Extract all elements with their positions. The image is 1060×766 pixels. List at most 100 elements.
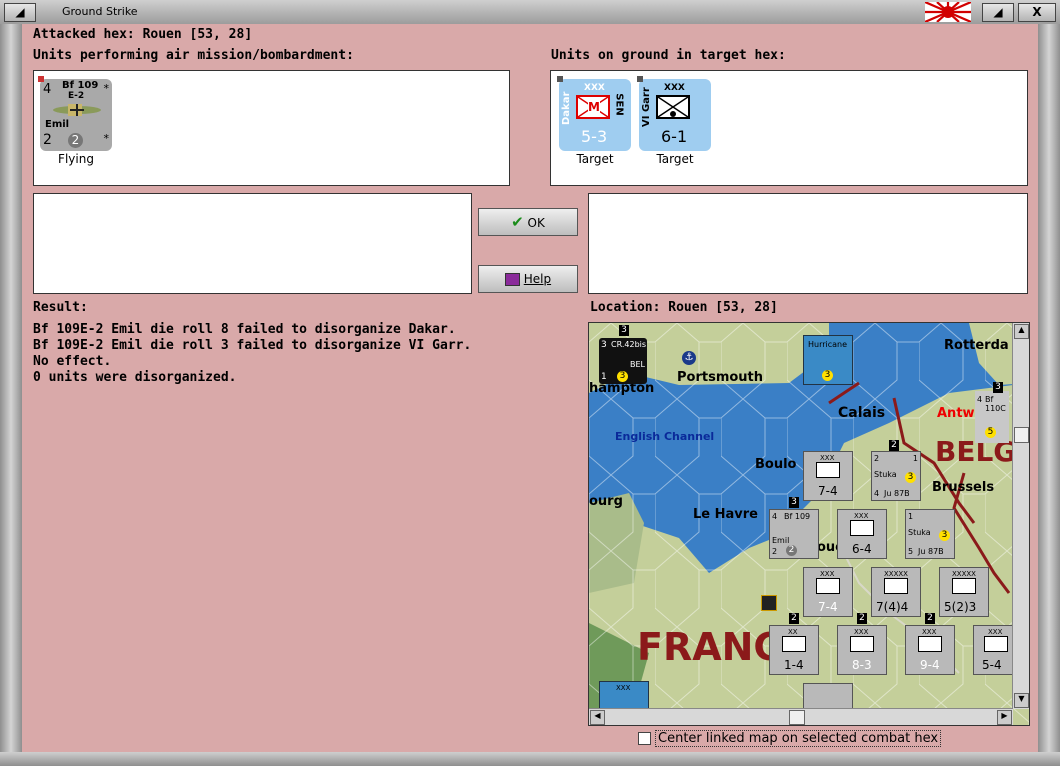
attacked-hex-label: Attacked hex: Rouen [53, 28] bbox=[33, 27, 253, 42]
counter-value: 2 bbox=[772, 547, 778, 556]
counter-strength: 5(2)3 bbox=[944, 600, 977, 614]
map-counter-arm2[interactable]: XXXXX 5(2)3 bbox=[939, 567, 989, 617]
combat-marker-icon bbox=[761, 595, 777, 611]
ok-button[interactable]: ✔ OK bbox=[478, 208, 578, 236]
result-line: No effect. bbox=[33, 354, 112, 369]
ground-unit-counter-dakar[interactable]: XXX Dakar SEN M 5-3 bbox=[557, 76, 631, 151]
counter-strength: 7-4 bbox=[818, 484, 838, 498]
map-counter-cr42[interactable]: 3 CR.42bis BEL 1 3 bbox=[599, 338, 647, 384]
counter-value: 3 bbox=[601, 340, 607, 350]
defender-modifiers-panel bbox=[588, 193, 1028, 294]
scroll-right-icon[interactable]: ▶ bbox=[997, 710, 1012, 725]
ok-button-label: OK bbox=[527, 216, 545, 230]
armor-symbol-icon bbox=[884, 578, 908, 594]
counter-size: XXX bbox=[854, 628, 869, 636]
system-menu-button[interactable]: ◢ bbox=[4, 3, 36, 22]
unit-name: Dakar bbox=[561, 91, 572, 125]
counter-size: XXX bbox=[988, 628, 1003, 636]
stack-count-badge: 3 bbox=[789, 497, 799, 508]
unit-name: Bf 109 bbox=[62, 80, 99, 91]
counter-size: XXX bbox=[820, 454, 835, 462]
map-counter-hurricane[interactable]: Hurricane 3 bbox=[803, 335, 853, 385]
unit-name: VI Garr bbox=[641, 87, 652, 127]
ground-units-label: Units on ground in target hex: bbox=[551, 48, 786, 63]
result-text: Bf 109E-2 Emil die roll 8 failed to diso… bbox=[33, 322, 471, 386]
air-unit-status: Flying bbox=[58, 152, 94, 166]
air-units-panel: 4 Bf 109 E-2 * Emil 2 2 * Flying bbox=[33, 70, 510, 186]
map-counter-inf1[interactable]: XXX 7-4 bbox=[803, 451, 853, 501]
location-label: Location: Rouen [53, 28] bbox=[590, 300, 778, 315]
stack-count-badge: 3 bbox=[993, 382, 1003, 393]
counter-value: 1 bbox=[601, 372, 607, 382]
counter-size: XXXXX bbox=[884, 570, 908, 578]
center-map-checkbox-label[interactable]: Center linked map on selected combat hex bbox=[655, 730, 942, 747]
stack-count-badge: 3 bbox=[619, 325, 629, 336]
counter-size: XXX bbox=[854, 512, 869, 520]
help-button[interactable]: Help bbox=[478, 265, 578, 293]
scroll-thumb-horizontal[interactable] bbox=[789, 710, 805, 725]
map-counter-stuka2[interactable]: 1 Stuka 5 Ju 87B 3 bbox=[905, 509, 955, 559]
map-label-english-channel: English Channel bbox=[615, 430, 715, 443]
unit-range: 4 bbox=[43, 82, 52, 97]
scroll-thumb-vertical[interactable] bbox=[1014, 427, 1029, 443]
scroll-up-icon[interactable]: ▲ bbox=[1014, 324, 1029, 339]
counter-value: 1 bbox=[908, 512, 914, 521]
infantry-symbol-icon bbox=[816, 578, 840, 594]
japan-rising-sun-flag-icon bbox=[925, 2, 971, 22]
infantry-symbol-icon bbox=[850, 520, 874, 536]
help-button-label: Help bbox=[523, 272, 552, 286]
map-vertical-scrollbar[interactable]: ▲ ▼ bbox=[1012, 323, 1029, 709]
map-counter-stuka1[interactable]: 2 1 Stuka 4 Ju 87B 3 bbox=[871, 451, 921, 501]
infantry-symbol-icon: M bbox=[576, 95, 610, 119]
counter-badge: 3 bbox=[939, 530, 950, 541]
minimize-button[interactable]: ◢ bbox=[982, 3, 1014, 22]
map-label-cherbourg: ourg bbox=[589, 494, 623, 509]
counter-value: 2 bbox=[874, 454, 880, 463]
center-map-checkbox[interactable] bbox=[638, 732, 651, 745]
checkmark-icon: ✔ bbox=[511, 213, 524, 231]
result-line: Bf 109E-2 Emil die roll 8 failed to diso… bbox=[33, 322, 456, 337]
help-book-icon bbox=[504, 273, 520, 286]
map-horizontal-scrollbar[interactable]: ◀ ▶ bbox=[589, 708, 1013, 725]
scroll-down-icon[interactable]: ▼ bbox=[1014, 693, 1029, 708]
map-counter-inf3[interactable]: XXX 7-4 bbox=[803, 567, 853, 617]
unit-nation: SEN bbox=[613, 93, 625, 116]
counter-badge: 3 bbox=[617, 371, 628, 382]
map-counter-bf110[interactable]: 4 Bf 110C 5 bbox=[975, 391, 1009, 443]
unit-nickname: Emil bbox=[45, 119, 70, 130]
center-map-option[interactable]: Center linked map on selected combat hex bbox=[638, 730, 942, 747]
counter-subname: Ju 87B bbox=[918, 547, 944, 556]
counter-value: 4 bbox=[772, 512, 778, 521]
counter-strength: 1-4 bbox=[784, 658, 804, 672]
map-label-calais: Calais bbox=[838, 405, 886, 421]
window-frame-right bbox=[1038, 24, 1060, 752]
counter-size: XXX bbox=[616, 684, 631, 692]
close-button[interactable]: X bbox=[1018, 3, 1056, 22]
linked-map[interactable]: Rotterda Portsmouth hampton Calais Antw … bbox=[588, 322, 1030, 726]
ground-unit-counter-vi-garr[interactable]: XXX VI Garr 6-1 bbox=[637, 76, 711, 151]
counter-name: Bf 110C bbox=[985, 395, 1006, 413]
map-counter-inf5[interactable]: XXX 8-3 bbox=[837, 625, 887, 675]
counter-size: XXX bbox=[922, 628, 937, 636]
counter-size: XXXXX bbox=[952, 570, 976, 578]
counter-badge: 2 bbox=[786, 545, 797, 556]
map-counter-arm1[interactable]: XXXXX 7(4)4 bbox=[871, 567, 921, 617]
unit-strength: 6-1 bbox=[661, 127, 688, 146]
window-title: Ground Strike bbox=[62, 5, 138, 18]
counter-badge: 3 bbox=[905, 472, 916, 483]
scroll-left-icon[interactable]: ◀ bbox=[590, 710, 605, 725]
stack-count-badge: 2 bbox=[925, 613, 935, 624]
map-counter-inf7[interactable]: XXX 5-4 bbox=[973, 625, 1015, 675]
map-label-antwerp: Antw bbox=[937, 406, 975, 421]
air-unit-counter[interactable]: 4 Bf 109 E-2 * Emil 2 2 * bbox=[38, 76, 112, 151]
map-counter-bf109[interactable]: 4 Bf 109 Emil 2 2 bbox=[769, 509, 819, 559]
attacker-modifiers-panel bbox=[33, 193, 472, 294]
map-counter-inf2[interactable]: XXX 6-4 bbox=[837, 509, 887, 559]
map-counter-inf4[interactable]: XX 1-4 bbox=[769, 625, 819, 675]
counter-tag: BEL bbox=[630, 360, 645, 369]
counter-strength: 7(4)4 bbox=[876, 600, 909, 614]
stack-count-badge: 2 bbox=[889, 440, 899, 451]
port-anchor-icon: ⚓ bbox=[682, 351, 696, 365]
map-counter-inf6[interactable]: XXX 9-4 bbox=[905, 625, 955, 675]
counter-size: XXX bbox=[820, 570, 835, 578]
